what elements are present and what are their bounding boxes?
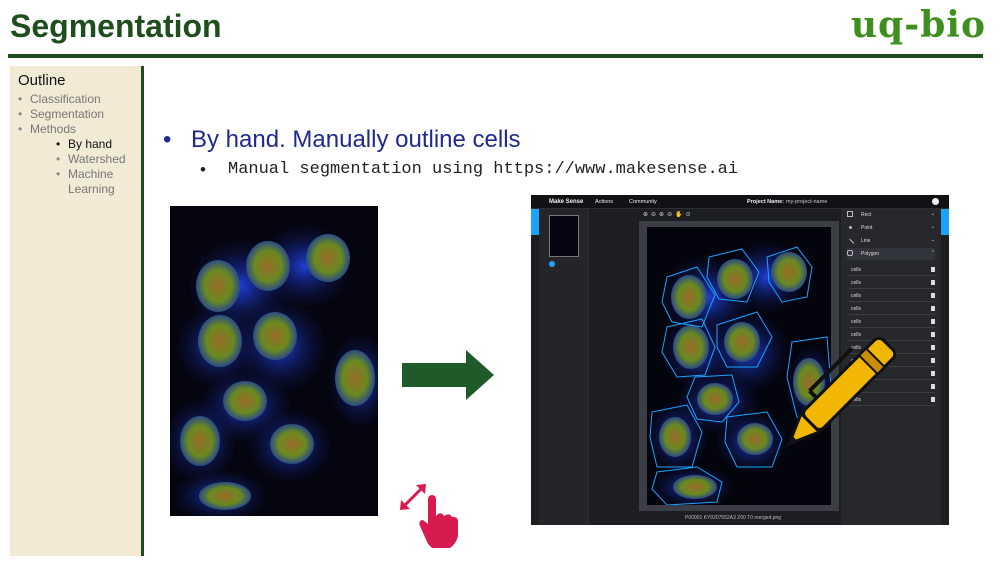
slide: Segmentation uq-bio Outline Classificati… <box>0 0 1000 563</box>
outline-panel: Outline Classification Segmentation Meth… <box>10 66 144 556</box>
line-icon <box>845 238 855 248</box>
chevron-down-icon: ⌄ <box>930 224 935 230</box>
pen-icon <box>784 336 897 449</box>
trash-icon[interactable] <box>931 332 935 337</box>
rect-icon <box>847 211 853 217</box>
trash-icon[interactable] <box>931 280 935 285</box>
github-icon[interactable] <box>932 198 939 205</box>
trash-icon[interactable] <box>931 293 935 298</box>
polygon-icon <box>847 250 853 256</box>
project-name-label: Project Name: <box>747 199 784 205</box>
images-side-tab[interactable] <box>531 209 539 235</box>
pinch-hand-icon <box>400 484 458 548</box>
chevron-up-icon: ⌃ <box>930 250 935 256</box>
trash-icon[interactable] <box>931 384 935 389</box>
outline-item-by-hand[interactable]: By hand <box>18 137 148 152</box>
outline-item-machine-learning[interactable]: Machine Learning <box>18 167 148 197</box>
trash-icon[interactable] <box>931 358 935 363</box>
app-top-bar: Make Sense Actions Community Project Nam… <box>531 195 949 209</box>
microscopy-cells-svg <box>170 226 378 516</box>
image-filename: P00001 KY9207552A3 Z00 T0 merged.png <box>685 515 782 521</box>
labels-side-tab[interactable] <box>941 209 949 235</box>
outline-list: Classification Segmentation Methods By h… <box>18 92 148 197</box>
page-title: Segmentation <box>10 8 222 44</box>
trash-icon[interactable] <box>931 319 935 324</box>
zoom-toolbar[interactable]: ⊕⊖⊕⊖✋⊙ <box>643 211 694 218</box>
bullet-sub-text: Manual segmentation using https://www.ma… <box>228 160 739 179</box>
outline-item-segmentation[interactable]: Segmentation <box>18 107 148 122</box>
tool-line[interactable]: Line ⌄ <box>845 235 935 248</box>
tool-rect[interactable]: Rect ⌄ <box>847 209 935 221</box>
community-menu[interactable]: Community <box>629 199 657 205</box>
outline-title: Outline <box>18 72 66 89</box>
outline-item-watershed[interactable]: Watershed <box>18 152 148 167</box>
bullet-dot-sub: • <box>200 160 206 179</box>
bullet-main-text: By hand. Manually outline cells <box>191 126 521 153</box>
actions-menu[interactable]: Actions <box>595 199 613 205</box>
outline-item-classification[interactable]: Classification <box>18 92 148 107</box>
image-thumbnail[interactable] <box>549 215 579 257</box>
trash-icon[interactable] <box>931 267 935 272</box>
brand-logo: uq-bio <box>850 4 986 46</box>
trash-icon[interactable] <box>931 306 935 311</box>
check-icon <box>549 261 555 267</box>
app-logo[interactable]: Make Sense <box>549 199 583 205</box>
image-thumbnail-panel <box>539 209 589 525</box>
title-divider <box>8 54 983 58</box>
label-row[interactable]: cells <box>849 278 935 289</box>
point-icon <box>849 226 852 229</box>
microscopy-image-original <box>170 206 378 516</box>
chevron-down-icon: ⌄ <box>930 237 935 243</box>
chevron-down-icon: ⌄ <box>930 211 935 217</box>
tool-point[interactable]: Point ⌄ <box>847 222 935 234</box>
right-arrow-icon <box>402 350 494 400</box>
bullet-dot: • <box>163 126 172 153</box>
trash-icon[interactable] <box>931 397 935 402</box>
project-name-input[interactable]: my-project-name <box>786 199 827 205</box>
trash-icon[interactable] <box>931 345 935 350</box>
outline-item-methods[interactable]: Methods <box>18 122 148 137</box>
label-row[interactable]: cells <box>849 265 935 276</box>
trash-icon[interactable] <box>931 371 935 376</box>
label-row[interactable]: cells <box>849 304 935 315</box>
tool-polygon[interactable]: Polygon ⌃ <box>847 248 935 260</box>
label-row[interactable]: cells <box>849 291 935 302</box>
